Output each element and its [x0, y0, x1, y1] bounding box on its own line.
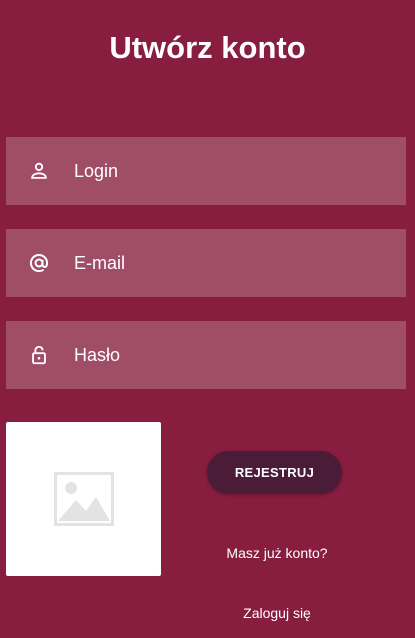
- lock-icon: [28, 344, 50, 366]
- email-input[interactable]: [74, 248, 406, 278]
- password-field[interactable]: [6, 321, 406, 389]
- avatar-image-picker[interactable]: [6, 422, 161, 576]
- login-link[interactable]: Zaloguj się: [207, 603, 347, 623]
- login-field[interactable]: [6, 137, 406, 205]
- login-input[interactable]: [74, 156, 406, 186]
- image-placeholder-icon: [53, 472, 114, 526]
- have-account-text: Masz już konto?: [226, 545, 328, 561]
- page-title: Utwórz konto: [109, 30, 306, 65]
- at-sign-icon: [28, 252, 50, 274]
- register-button[interactable]: REJESTRUJ: [207, 451, 342, 494]
- person-icon: [28, 160, 50, 182]
- email-field[interactable]: [6, 229, 406, 297]
- password-input[interactable]: [74, 340, 406, 370]
